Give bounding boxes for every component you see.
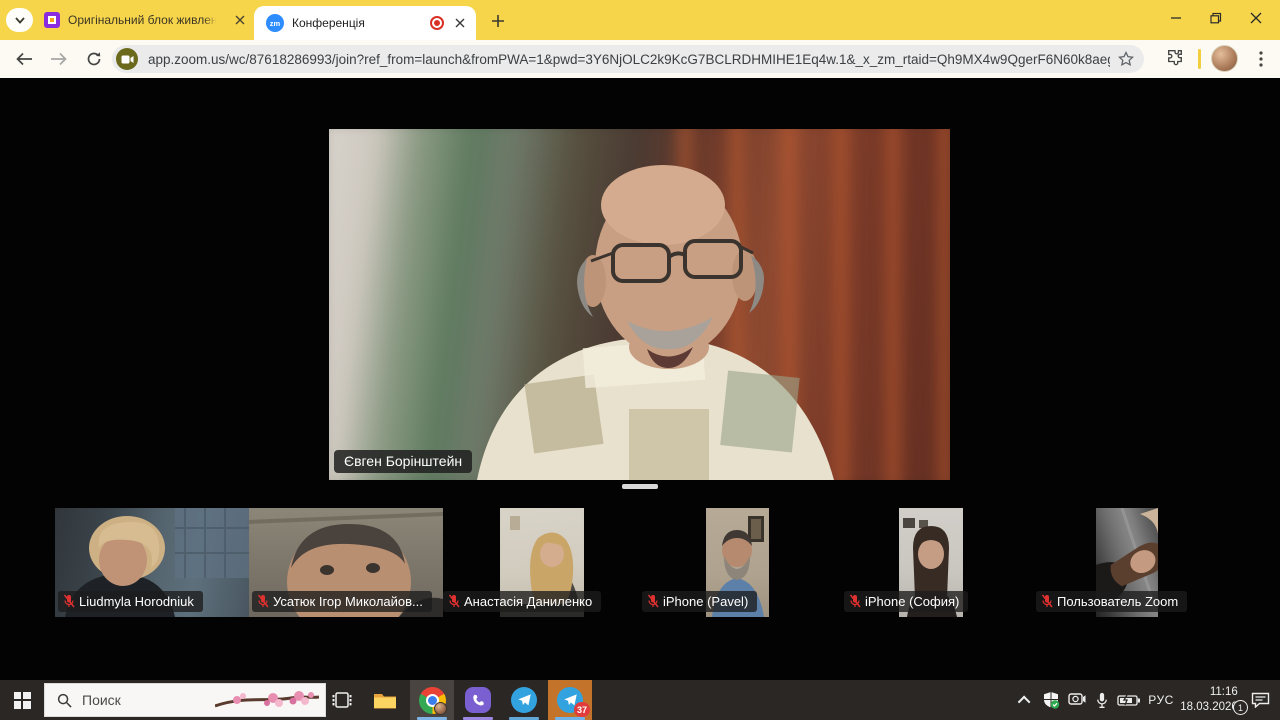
- bookmark-star-icon[interactable]: [1118, 51, 1134, 67]
- telegram-icon: [511, 687, 537, 713]
- reload-icon: [86, 51, 102, 67]
- muted-mic-icon: [448, 594, 460, 608]
- tab-inactive[interactable]: Оригінальний блок живлення: [36, 0, 254, 40]
- clock[interactable]: 11:16 18.03.2026: [1178, 680, 1240, 720]
- muted-mic-icon: [257, 594, 269, 608]
- tab-title: Оригінальний блок живлення: [68, 13, 216, 27]
- close-icon: [1250, 12, 1262, 24]
- notification-count-badge: 1: [1233, 700, 1248, 715]
- window-close-button[interactable]: [1236, 4, 1276, 32]
- participant-tile[interactable]: Пользователь Zoom: [1025, 508, 1219, 617]
- battery-tray-button[interactable]: [1114, 680, 1144, 720]
- participant-name-label: Пользователь Zoom: [1036, 591, 1187, 612]
- battery-charging-icon: [1117, 694, 1141, 707]
- participant-tile[interactable]: Анастасія Даниленко: [443, 508, 637, 617]
- participant-name-label: iPhone (Pavel): [642, 591, 757, 612]
- muted-mic-icon: [63, 594, 75, 608]
- telegram-alert-taskbar-button[interactable]: 37: [548, 680, 592, 720]
- participant-name-label: iPhone (София): [844, 591, 968, 612]
- tab-close-icon[interactable]: [452, 15, 468, 31]
- cherry-blossom-decoration: [215, 686, 319, 716]
- tray-time: 11:16: [1210, 685, 1238, 700]
- browser-menu-icon[interactable]: [1251, 47, 1271, 71]
- participant-tile[interactable]: Liudmyla Horodniuk: [55, 508, 249, 617]
- url-text: app.zoom.us/wc/87618286993/join?ref_from…: [148, 52, 1110, 67]
- toolbar-separator: [1198, 49, 1201, 69]
- back-arrow-icon: [16, 52, 33, 66]
- action-center-button[interactable]: 1: [1240, 680, 1280, 720]
- security-shield-icon: [1042, 691, 1060, 709]
- forward-button[interactable]: [46, 47, 70, 71]
- task-view-button[interactable]: [322, 680, 362, 720]
- participant-name-label: Усатюк Ігор Миколайов...: [252, 591, 432, 612]
- chevron-up-icon: [1017, 695, 1030, 708]
- speaker-portrait: [329, 129, 950, 480]
- participant-name-label: Liudmyla Horodniuk: [58, 591, 203, 612]
- window-minimize-button[interactable]: [1156, 4, 1196, 32]
- filmstrip-drag-handle[interactable]: [622, 484, 658, 489]
- tab-title: Конференція: [292, 16, 365, 30]
- system-tray: РУС 11:16 18.03.2026 1: [1012, 680, 1280, 720]
- task-view-icon: [332, 691, 352, 709]
- back-button[interactable]: [12, 47, 36, 71]
- camera-tray-button[interactable]: [1064, 680, 1090, 720]
- viber-icon: [465, 687, 491, 713]
- participant-filmstrip: Liudmyla Horodniuk: [55, 508, 1219, 617]
- muted-mic-icon: [647, 594, 659, 608]
- camera-device-icon: [1068, 693, 1086, 708]
- address-bar[interactable]: app.zoom.us/wc/87618286993/join?ref_from…: [112, 45, 1144, 73]
- participant-tile[interactable]: Усатюк Ігор Миколайов...: [249, 508, 443, 617]
- plus-icon: [491, 14, 505, 28]
- search-placeholder: Поиск: [82, 692, 121, 708]
- notification-icon: [1251, 692, 1270, 708]
- browser-toolbar: app.zoom.us/wc/87618286993/join?ref_from…: [0, 40, 1280, 78]
- language-indicator[interactable]: РУС: [1144, 680, 1178, 720]
- folder-icon: [373, 691, 397, 710]
- microphone-icon: [1096, 692, 1108, 709]
- window-restore-button[interactable]: [1196, 4, 1236, 32]
- camera-in-use-icon[interactable]: [116, 48, 138, 70]
- muted-mic-icon: [849, 594, 861, 608]
- profile-avatar[interactable]: [1211, 45, 1238, 72]
- active-speaker-video[interactable]: Євген Борінштейн: [329, 129, 950, 480]
- tab-title-fade: [204, 8, 220, 32]
- tray-expand-button[interactable]: [1012, 680, 1038, 720]
- tab-active-conference[interactable]: zm Конференція: [254, 6, 476, 40]
- microphone-tray-button[interactable]: [1090, 680, 1114, 720]
- file-explorer-button[interactable]: [364, 680, 406, 720]
- window-controls: [1156, 4, 1276, 32]
- chrome-taskbar-button[interactable]: [410, 680, 454, 720]
- telegram-taskbar-button[interactable]: [502, 680, 546, 720]
- chrome-profile-avatar: [434, 702, 447, 715]
- extensions-icon[interactable]: [1166, 48, 1184, 66]
- participant-tile[interactable]: iPhone (София): [831, 508, 1025, 617]
- zoom-favicon: zm: [266, 14, 284, 32]
- new-tab-button[interactable]: [488, 11, 508, 31]
- zoom-meeting-page: Євген Борінштейн: [0, 78, 1280, 680]
- tab-search-button[interactable]: [6, 8, 33, 32]
- participant-tile[interactable]: iPhone (Pavel): [637, 508, 831, 617]
- active-speaker-name: Євген Борінштейн: [334, 450, 472, 473]
- notification-count-badge: 37: [574, 702, 590, 717]
- purple-square-favicon: [44, 12, 60, 28]
- browser-tab-strip: Оригінальний блок живлення zm Конференці…: [0, 0, 1280, 40]
- chevron-down-icon: [14, 14, 26, 26]
- minimize-icon: [1170, 12, 1182, 24]
- windows-taskbar: Поиск: [0, 680, 1280, 720]
- search-icon: [57, 693, 72, 708]
- tab-close-icon[interactable]: [232, 12, 248, 28]
- taskbar-search-box[interactable]: Поиск: [44, 683, 326, 717]
- recording-indicator-icon: [430, 16, 444, 30]
- start-button[interactable]: [0, 680, 44, 720]
- forward-arrow-icon: [50, 52, 67, 66]
- windows-logo-icon: [14, 692, 31, 709]
- desktop-screen: Оригінальний блок живлення zm Конференці…: [0, 0, 1280, 720]
- tray-date: 18.03.2026: [1180, 700, 1238, 715]
- participant-name-label: Анастасія Даниленко: [443, 591, 601, 612]
- viber-taskbar-button[interactable]: [456, 680, 500, 720]
- muted-mic-icon: [1041, 594, 1053, 608]
- defender-tray-button[interactable]: [1038, 680, 1064, 720]
- restore-icon: [1210, 12, 1222, 24]
- reload-button[interactable]: [82, 47, 106, 71]
